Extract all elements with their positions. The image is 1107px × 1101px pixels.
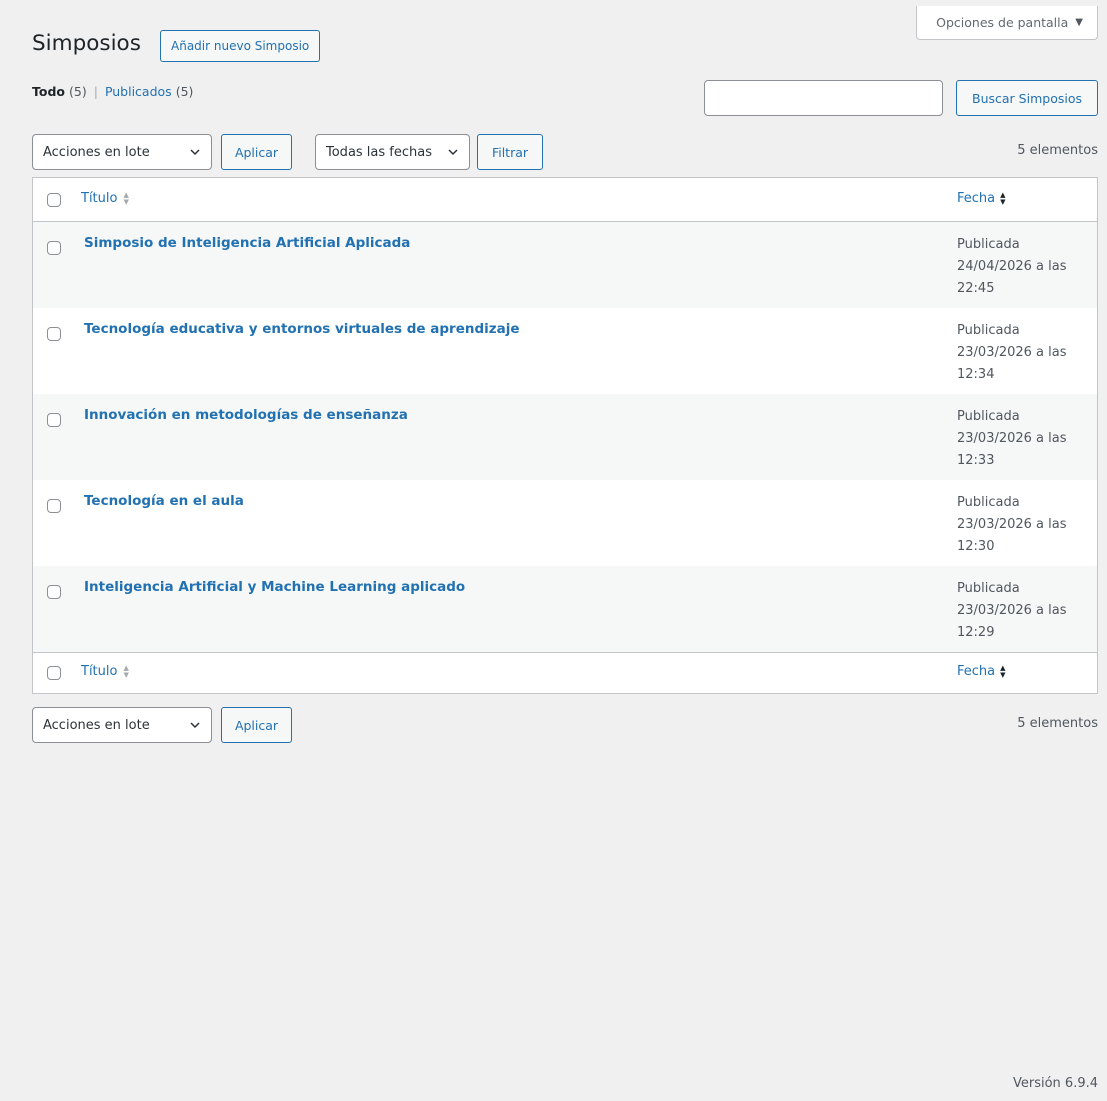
table-row: Simposio de Inteligencia Artificial Apli… — [33, 222, 1097, 308]
bulk-actions-select-bottom[interactable]: Acciones en lote — [32, 707, 212, 743]
row-checkbox[interactable] — [47, 499, 61, 513]
post-status: Publicada — [957, 581, 1020, 596]
select-all-checkbox[interactable] — [47, 666, 61, 680]
post-date: Publicada 23/03/2026 a las 12:33 — [957, 406, 1092, 472]
post-time-value: 12:34 — [957, 367, 995, 382]
column-title-label: Título — [81, 664, 118, 679]
post-date: Publicada 23/03/2026 a las 12:30 — [957, 492, 1092, 558]
chevron-down-icon — [190, 722, 200, 729]
view-all-link[interactable]: Todo — [32, 84, 65, 99]
column-title-header[interactable]: Título ▲ ▼ — [81, 191, 129, 206]
post-status: Publicada — [957, 409, 1020, 424]
post-status: Publicada — [957, 237, 1020, 252]
post-date: Publicada 23/03/2026 a las 12:34 — [957, 320, 1092, 386]
wp-version: Versión 6.9.4 — [1012, 1076, 1098, 1091]
view-published-link[interactable]: Publicados — [105, 84, 172, 99]
table-row: Inteligencia Artificial y Machine Learni… — [33, 566, 1097, 652]
column-date-footer[interactable]: Fecha ▲ ▼ — [957, 664, 1006, 679]
bulk-actions-value: Acciones en lote — [43, 717, 150, 733]
bulk-actions-select-top[interactable]: Acciones en lote — [32, 134, 212, 170]
column-title-label: Título — [81, 191, 118, 206]
search-input[interactable] — [704, 80, 943, 116]
post-time-value: 12:29 — [957, 625, 995, 640]
page-title: Simposios — [32, 31, 141, 56]
chevron-down-icon — [190, 149, 200, 156]
row-checkbox[interactable] — [47, 585, 61, 599]
column-date-header[interactable]: Fecha ▲ ▼ — [957, 191, 1006, 206]
post-date-value: 23/03/2026 a las — [957, 431, 1067, 446]
views-separator: | — [93, 84, 98, 99]
sort-icon: ▲ ▼ — [123, 190, 129, 206]
post-date: Publicada 23/03/2026 a las 12:29 — [957, 578, 1092, 644]
dates-filter-select[interactable]: Todas las fechas — [315, 134, 470, 170]
view-published-count: (5) — [175, 84, 194, 99]
column-title-footer[interactable]: Título ▲ ▼ — [81, 664, 129, 679]
post-date-value: 23/03/2026 a las — [957, 603, 1067, 618]
post-time-value: 12:30 — [957, 539, 995, 554]
table-row: Innovación en metodologías de enseñanza … — [33, 394, 1097, 480]
view-all-count: (5) — [69, 84, 87, 99]
main-content: Opciones de pantalla ▼ Simposios Añadir … — [32, 0, 1098, 1101]
table-row: Tecnología en el aula Publicada 23/03/20… — [33, 480, 1097, 566]
post-status: Publicada — [957, 323, 1020, 338]
screen-options-label: Opciones de pantalla — [936, 15, 1069, 30]
items-count-top: 5 elementos — [1017, 143, 1098, 158]
post-date-value: 24/04/2026 a las — [957, 259, 1067, 274]
views-filter: Todo (5) | Publicados (5) — [32, 84, 193, 99]
post-title-link[interactable]: Inteligencia Artificial y Machine Learni… — [84, 579, 465, 595]
row-checkbox[interactable] — [47, 327, 61, 341]
sort-icon: ▲ ▼ — [1000, 190, 1006, 206]
apply-button-bottom[interactable]: Aplicar — [221, 707, 292, 743]
post-time-value: 22:45 — [957, 281, 995, 296]
table-row: Tecnología educativa y entornos virtuale… — [33, 308, 1097, 394]
screen-options-button[interactable]: Opciones de pantalla ▼ — [916, 6, 1098, 40]
apply-button-top[interactable]: Aplicar — [221, 134, 292, 170]
table-footer: Título ▲ ▼ Fecha ▲ ▼ — [33, 652, 1097, 693]
column-date-label: Fecha — [957, 664, 996, 679]
items-count-bottom: 5 elementos — [1017, 716, 1098, 731]
caret-down-icon: ▼ — [1075, 17, 1083, 28]
dates-filter-value: Todas las fechas — [326, 144, 432, 160]
sort-icon: ▲ ▼ — [1000, 663, 1006, 679]
filter-button[interactable]: Filtrar — [477, 134, 543, 170]
row-checkbox[interactable] — [47, 413, 61, 427]
post-title-link[interactable]: Simposio de Inteligencia Artificial Apli… — [84, 235, 410, 251]
column-date-label: Fecha — [957, 191, 996, 206]
add-new-button[interactable]: Añadir nuevo Simposio — [160, 30, 321, 62]
post-title-link[interactable]: Tecnología educativa y entornos virtuale… — [84, 321, 520, 337]
post-title-link[interactable]: Tecnología en el aula — [84, 493, 244, 509]
chevron-down-icon — [448, 149, 458, 156]
post-time-value: 12:33 — [957, 453, 995, 468]
sort-icon: ▲ ▼ — [123, 663, 129, 679]
post-date: Publicada 24/04/2026 a las 22:45 — [957, 234, 1092, 300]
post-date-value: 23/03/2026 a las — [957, 345, 1067, 360]
bulk-actions-value: Acciones en lote — [43, 144, 150, 160]
post-title-link[interactable]: Innovación en metodologías de enseñanza — [84, 407, 408, 423]
row-checkbox[interactable] — [47, 241, 61, 255]
select-all-checkbox[interactable] — [47, 193, 61, 207]
posts-table: Título ▲ ▼ Fecha ▲ ▼ Simposio de Inteligen… — [32, 177, 1098, 694]
table-header: Título ▲ ▼ Fecha ▲ ▼ — [33, 178, 1097, 222]
post-status: Publicada — [957, 495, 1020, 510]
post-date-value: 23/03/2026 a las — [957, 517, 1067, 532]
search-button[interactable]: Buscar Simposios — [956, 80, 1098, 116]
